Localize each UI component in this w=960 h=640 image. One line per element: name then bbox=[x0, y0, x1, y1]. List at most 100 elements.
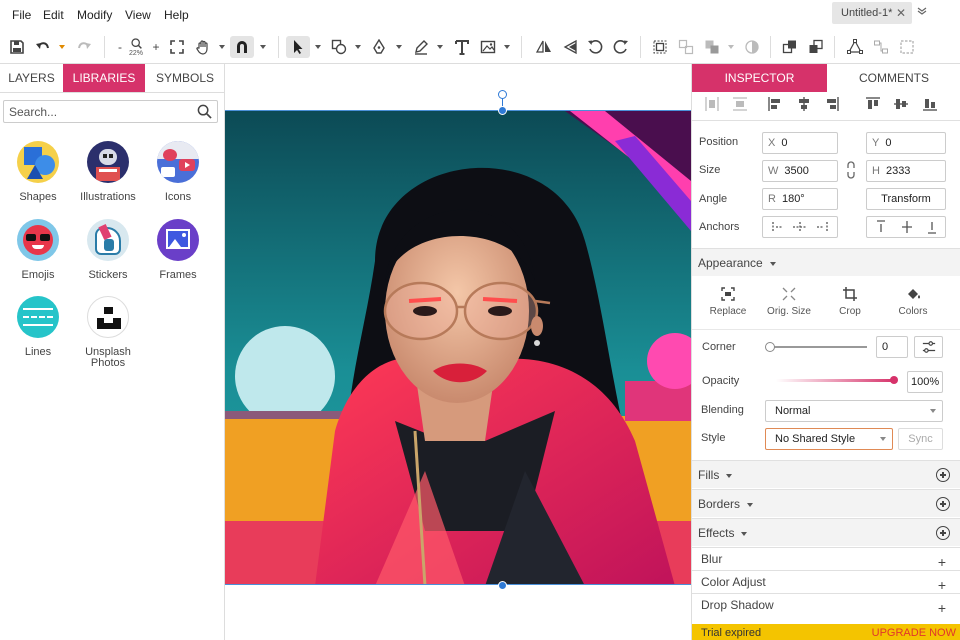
appearance-section-header[interactable]: Appearance bbox=[692, 248, 960, 276]
rotate-left-icon[interactable] bbox=[585, 37, 605, 57]
position-x-field[interactable]: X0 bbox=[762, 132, 838, 154]
search-input[interactable] bbox=[4, 101, 189, 122]
colors-button[interactable]: Colors bbox=[883, 286, 943, 317]
align-top-icon[interactable] bbox=[865, 96, 881, 112]
menu-file[interactable]: File bbox=[12, 8, 31, 22]
artboard-icon[interactable] bbox=[897, 37, 917, 57]
transform-button[interactable]: Transform bbox=[866, 188, 946, 210]
resize-handle-top[interactable] bbox=[498, 106, 507, 115]
rotate-handle[interactable] bbox=[498, 90, 507, 99]
search-icon[interactable] bbox=[197, 104, 212, 119]
tab-comments[interactable]: COMMENTS bbox=[827, 64, 960, 92]
anchor-middle-v-icon[interactable] bbox=[902, 221, 912, 233]
undo-history-caret[interactable] bbox=[59, 45, 65, 49]
pencil-tool-icon[interactable] bbox=[411, 37, 431, 57]
add-fill-icon[interactable] bbox=[936, 468, 950, 482]
send-backward-icon[interactable] bbox=[806, 37, 826, 57]
anchor-left-icon[interactable] bbox=[772, 222, 783, 232]
constrain-proportions-icon[interactable] bbox=[845, 161, 857, 182]
image-tool-caret[interactable] bbox=[504, 45, 510, 49]
tab-libraries[interactable]: LIBRARIES bbox=[63, 64, 145, 92]
resize-handle-bottom[interactable] bbox=[498, 581, 507, 590]
save-icon[interactable] bbox=[7, 37, 27, 57]
sync-button[interactable]: Sync bbox=[898, 428, 943, 450]
library-emojis[interactable]: Emojis bbox=[3, 219, 73, 281]
shared-style-select[interactable]: No Shared Style bbox=[765, 428, 893, 450]
connector-icon[interactable] bbox=[871, 37, 891, 57]
snap-magnet-icon[interactable] bbox=[230, 36, 254, 58]
library-frames[interactable]: Frames bbox=[143, 219, 213, 281]
upgrade-link[interactable]: UPGRADE NOW bbox=[872, 624, 956, 640]
align-center-vertical-icon[interactable] bbox=[893, 96, 909, 112]
add-effect-icon[interactable] bbox=[936, 526, 950, 540]
original-size-button[interactable]: Orig. Size bbox=[759, 286, 819, 317]
align-center-horizontal-icon[interactable] bbox=[796, 96, 812, 112]
crop-button[interactable]: Crop bbox=[820, 286, 880, 317]
select-tool-caret[interactable] bbox=[315, 45, 321, 49]
redo-icon[interactable] bbox=[74, 37, 94, 57]
selected-image[interactable] bbox=[225, 110, 691, 585]
select-tool-icon[interactable] bbox=[286, 36, 310, 58]
vector-nodes-icon[interactable] bbox=[845, 37, 865, 57]
pen-tool-caret[interactable] bbox=[396, 45, 402, 49]
corner-settings-button[interactable] bbox=[914, 336, 943, 358]
opacity-slider[interactable] bbox=[776, 379, 896, 382]
rotate-right-icon[interactable] bbox=[611, 37, 631, 57]
opacity-field[interactable]: 100% bbox=[907, 371, 943, 393]
anchor-center-h-icon[interactable] bbox=[793, 222, 807, 232]
fills-section-header[interactable]: Fills bbox=[692, 460, 960, 488]
document-tab[interactable]: Untitled-1* ✕ bbox=[832, 2, 912, 24]
effect-color-adjust[interactable]: Color Adjust + bbox=[692, 570, 960, 593]
height-field[interactable]: H 2333 bbox=[866, 160, 946, 182]
canvas[interactable] bbox=[225, 64, 691, 640]
opacity-slider-knob[interactable] bbox=[890, 376, 898, 384]
snap-caret[interactable] bbox=[260, 45, 266, 49]
zoom-in-icon[interactable]: + bbox=[146, 37, 166, 57]
group-icon[interactable] bbox=[650, 37, 670, 57]
library-unsplash-photos[interactable]: Unsplash Photos bbox=[73, 296, 143, 369]
effect-drop-shadow[interactable]: Drop Shadow + bbox=[692, 593, 960, 616]
library-lines[interactable]: Lines bbox=[3, 296, 73, 358]
hand-tool-icon[interactable] bbox=[193, 37, 213, 57]
library-shapes[interactable]: Shapes bbox=[3, 141, 73, 203]
add-border-icon[interactable] bbox=[936, 497, 950, 511]
effect-blur[interactable]: Blur + bbox=[692, 547, 960, 570]
position-y-field[interactable]: Y0 bbox=[866, 132, 946, 154]
align-bottom-icon[interactable] bbox=[922, 96, 938, 112]
boolean-ops-icon[interactable] bbox=[702, 37, 722, 57]
image-tool-icon[interactable] bbox=[478, 37, 498, 57]
anchor-top-icon[interactable] bbox=[877, 220, 885, 232]
tab-symbols[interactable]: SYMBOLS bbox=[145, 64, 225, 92]
shapes-tool-icon[interactable] bbox=[329, 37, 349, 57]
corner-slider-knob[interactable] bbox=[765, 342, 775, 352]
flip-vertical-icon[interactable] bbox=[560, 37, 580, 57]
hand-tool-caret[interactable] bbox=[219, 45, 225, 49]
menu-help[interactable]: Help bbox=[164, 8, 189, 22]
menu-view[interactable]: View bbox=[125, 8, 151, 22]
align-left-icon[interactable] bbox=[767, 96, 783, 112]
width-field[interactable]: W 3500 bbox=[762, 160, 838, 182]
add-drop-shadow-icon[interactable]: + bbox=[938, 597, 946, 620]
pen-tool-icon[interactable] bbox=[369, 37, 389, 57]
menu-modify[interactable]: Modify bbox=[77, 8, 112, 22]
zoom-control[interactable]: 22% bbox=[126, 34, 146, 60]
pencil-tool-caret[interactable] bbox=[437, 45, 443, 49]
shapes-tool-caret[interactable] bbox=[355, 45, 361, 49]
align-distribute-horizontal-icon[interactable] bbox=[704, 96, 720, 112]
tab-layers[interactable]: LAYERS bbox=[0, 64, 63, 92]
corner-slider[interactable] bbox=[769, 346, 867, 348]
rotation-field[interactable]: R 180° bbox=[762, 188, 838, 210]
close-tab-icon[interactable]: ✕ bbox=[896, 2, 906, 24]
undo-icon[interactable] bbox=[33, 37, 53, 57]
library-icons[interactable]: Icons bbox=[143, 141, 213, 203]
align-distribute-vertical-icon[interactable] bbox=[732, 96, 748, 112]
menu-edit[interactable]: Edit bbox=[43, 8, 64, 22]
corner-field[interactable]: 0 bbox=[876, 336, 908, 358]
library-illustrations[interactable]: Illustrations bbox=[73, 141, 143, 203]
bring-forward-icon[interactable] bbox=[780, 37, 800, 57]
mask-icon[interactable] bbox=[742, 37, 762, 57]
flip-horizontal-icon[interactable] bbox=[534, 37, 554, 57]
boolean-ops-caret[interactable] bbox=[728, 45, 734, 49]
blending-select[interactable]: Normal bbox=[765, 400, 943, 422]
anchor-bottom-icon[interactable] bbox=[928, 222, 936, 234]
